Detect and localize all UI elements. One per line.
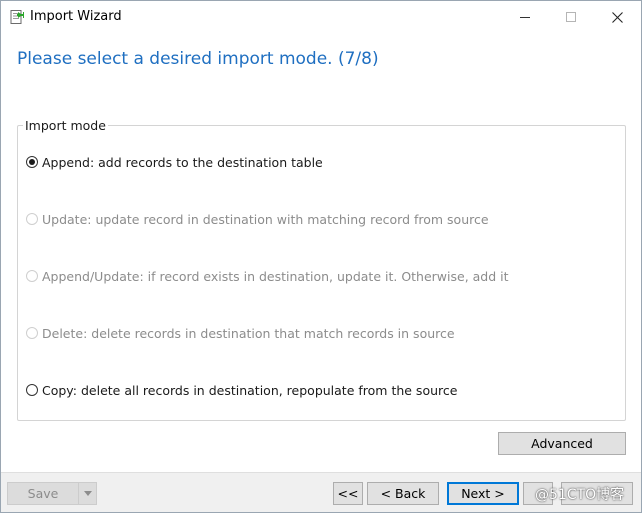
first-page-button[interactable]: << [333,482,363,505]
maximize-icon [566,12,576,22]
advanced-button[interactable]: Advanced [498,432,626,455]
import-mode-group: Import mode Append: add records to the d… [17,118,626,421]
radio-label-append-update: Append/Update: if record exists in desti… [42,268,509,284]
import-mode-legend: Import mode [23,118,108,133]
import-wizard-window: Import Wizard Please select a desired im… [0,0,642,513]
minimize-button[interactable] [502,1,548,33]
radio-delete: Delete: delete records in destination th… [26,324,455,342]
page-title: Please select a desired import mode. (7/… [17,49,379,69]
save-button[interactable]: Save [7,482,79,505]
radio-button-copy[interactable] [26,384,38,396]
save-dropdown-button[interactable] [79,482,97,505]
radio-button-delete [26,327,38,339]
chevron-down-icon [83,491,92,496]
back-button[interactable]: < Back [367,482,439,505]
radio-append-update: Append/Update: if record exists in desti… [26,267,509,285]
watermark: @51CTO博客 [535,487,625,503]
window-title: Import Wizard [30,9,122,24]
next-button[interactable]: Next > [447,482,519,505]
radio-update: Update: update record in destination wit… [26,210,489,228]
minimize-icon [520,17,530,18]
radio-label-update: Update: update record in destination wit… [42,211,489,227]
radio-button-append-update [26,270,38,282]
radio-copy[interactable]: Copy: delete all records in destination,… [26,381,457,399]
radio-button-append[interactable] [26,156,38,168]
close-icon [611,11,623,23]
radio-label-append: Append: add records to the destination t… [42,154,323,170]
radio-label-copy: Copy: delete all records in destination,… [42,382,458,398]
maximize-button[interactable] [548,1,594,33]
radio-label-delete: Delete: delete records in destination th… [42,325,455,341]
radio-append[interactable]: Append: add records to the destination t… [26,153,323,171]
radio-button-update [26,213,38,225]
title-bar[interactable]: Import Wizard [1,1,641,33]
import-wizard-icon [8,9,24,25]
close-button[interactable] [594,1,640,33]
